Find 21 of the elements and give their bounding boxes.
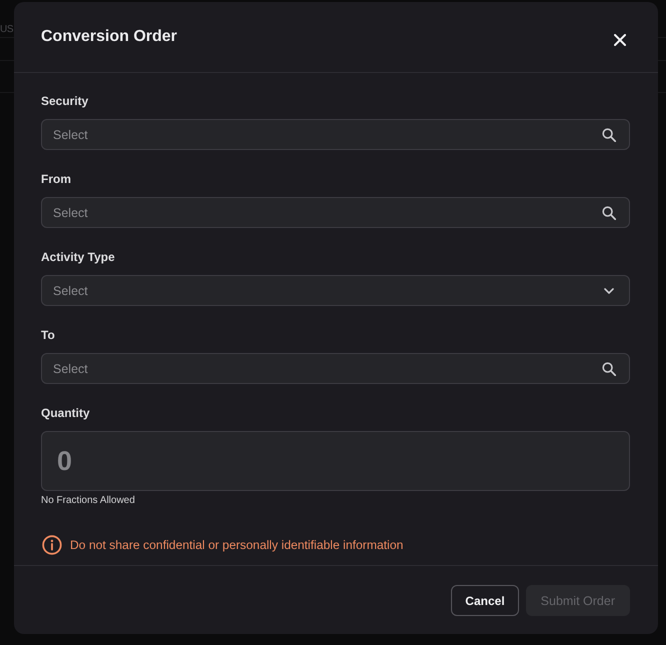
field-label: Activity Type xyxy=(41,249,115,265)
search-select-field[interactable]: Select xyxy=(41,353,630,384)
quantity-field[interactable]: 0 xyxy=(41,431,630,491)
field-hint: No Fractions Allowed xyxy=(41,495,135,507)
field-label: Quantity xyxy=(41,405,90,421)
dialog-title: Conversion Order xyxy=(41,27,178,46)
cancel-button[interactable]: Cancel xyxy=(451,585,519,616)
chevron-down-icon xyxy=(604,288,614,294)
search-select-field[interactable]: Select xyxy=(41,119,630,150)
search-icon xyxy=(602,128,616,142)
field-label: From xyxy=(41,171,71,187)
field-label: To xyxy=(41,327,55,343)
dropdown-select-field[interactable]: Select xyxy=(41,275,630,306)
background-text: US xyxy=(0,24,14,36)
info-icon xyxy=(42,535,62,555)
close-icon[interactable] xyxy=(614,34,626,46)
search-select-field[interactable]: Select xyxy=(41,197,630,228)
search-icon xyxy=(602,206,616,220)
search-icon xyxy=(602,362,616,376)
privacy-warning: Do not share confidential or personally identifiable information xyxy=(70,537,404,553)
field-label: Security xyxy=(41,93,88,109)
